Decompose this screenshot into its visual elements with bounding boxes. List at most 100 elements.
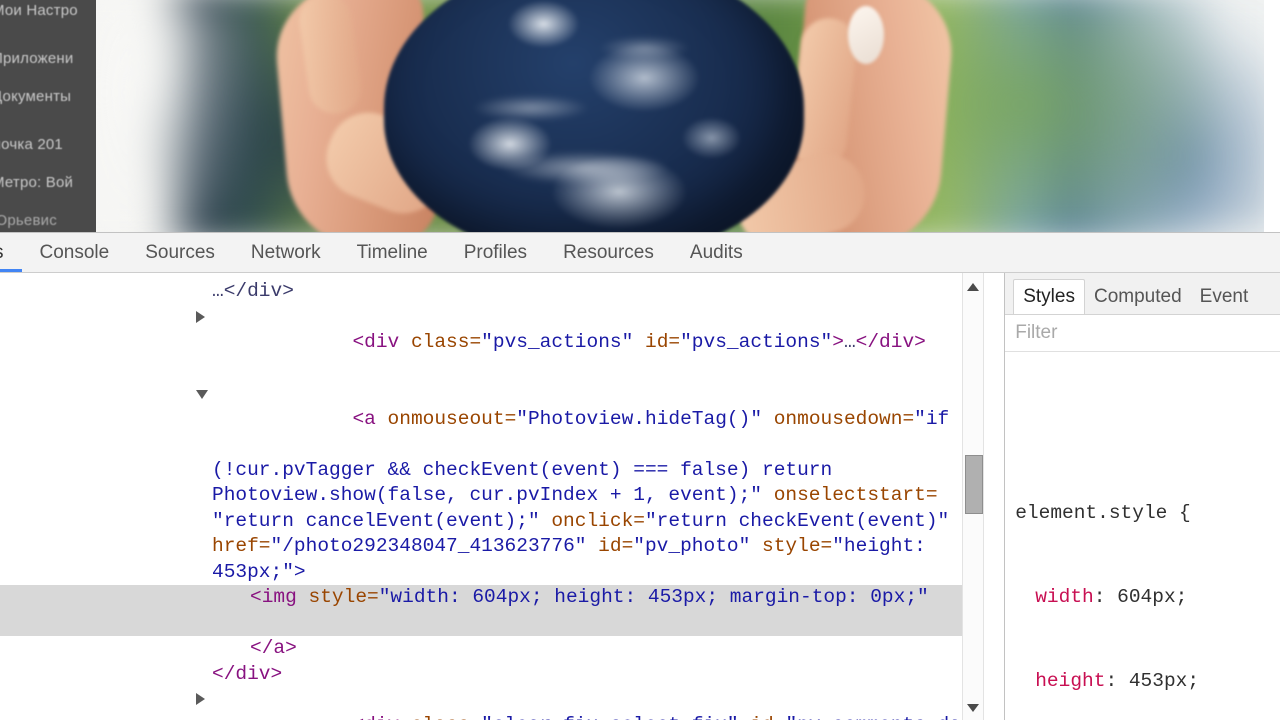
- sidebar-item-1[interactable]: Приложени: [0, 50, 73, 67]
- sidebar-item-3[interactable]: лочка 201: [0, 136, 63, 153]
- page-right-gutter: [1264, 0, 1280, 232]
- tab-console[interactable]: Console: [22, 233, 128, 272]
- tab-audits[interactable]: Audits: [672, 233, 761, 272]
- devtools-body: …</div> <div class="pvs_actions" id="pvs…: [0, 273, 1280, 720]
- sidebar-item-2[interactable]: Документы: [0, 88, 71, 105]
- tree-line-href[interactable]: href="/photo292348047_413623776" id="pv_…: [0, 534, 985, 560]
- styles-sidebar-pane: Styles Computed Event Filter element.sty…: [1004, 273, 1280, 720]
- disclosure-triangle-closed-icon[interactable]: [196, 310, 205, 323]
- tree-line-pvs-actions[interactable]: <div class="pvs_actions" id="pvs_actions…: [0, 305, 985, 382]
- tag-end: </a>: [250, 637, 297, 659]
- attr-name: id=: [586, 535, 634, 557]
- attr-name: class=: [399, 714, 481, 720]
- elements-tree-scrollbar[interactable]: [962, 273, 985, 720]
- devtools-panel: s Console Sources Network Timeline Profi…: [0, 232, 1280, 720]
- declaration-property[interactable]: height: [1035, 670, 1105, 692]
- attr-name: href=: [212, 535, 271, 557]
- tree-line-anchor-open[interactable]: <a onmouseout="Photoview.hideTag()" onmo…: [0, 381, 985, 458]
- attr-value[interactable]: "pvs_actions": [481, 331, 633, 353]
- line-text: (!cur.pvTagger && checkEvent(event) === …: [212, 458, 833, 481]
- attr-value-id[interactable]: "pv_photo": [633, 535, 750, 557]
- scrollbar-thumb[interactable]: [965, 455, 984, 514]
- attr-value[interactable]: "return checkEvent(event)": [645, 510, 949, 532]
- attr-value-href[interactable]: "/photo292348047_413623776": [271, 535, 587, 557]
- disclosure-triangle-open-icon[interactable]: [196, 390, 208, 399]
- styles-filter-input[interactable]: Filter: [1005, 315, 1280, 352]
- attr-value[interactable]: "clear_fix select_fix": [481, 714, 738, 720]
- tab-network[interactable]: Network: [233, 233, 339, 272]
- tag-end: </div>: [212, 662, 283, 685]
- tab-styles[interactable]: Styles: [1013, 279, 1085, 314]
- disclosure-triangle-closed-icon[interactable]: [196, 693, 205, 705]
- elements-tree-scroll[interactable]: …</div> <div class="pvs_actions" id="pvs…: [0, 273, 985, 720]
- tag-close: >: [832, 331, 844, 353]
- attr-value-style[interactable]: "width: 604px; height: 453px; margin-top…: [379, 586, 929, 608]
- fingernail: [848, 6, 884, 64]
- line-text: 453px;">: [212, 560, 306, 583]
- tree-line-height-cont[interactable]: 453px;">: [0, 560, 985, 586]
- tab-computed[interactable]: Computed: [1085, 280, 1191, 314]
- tag-open: <a: [352, 407, 376, 430]
- collapsed-ellipsis[interactable]: …: [844, 331, 856, 353]
- line-text: Photoview.show(false, cur.pvIndex + 1, e…: [212, 484, 762, 506]
- tree-line-src-row[interactable]: [0, 610, 985, 636]
- tab-timeline[interactable]: Timeline: [339, 233, 446, 272]
- tag-end: </div>: [855, 331, 926, 353]
- declaration-width[interactable]: width: 604px;: [1005, 583, 1280, 611]
- attr-name: onmouseout=: [375, 407, 517, 430]
- styles-rules-list: element.style { width: 604px; height: 45…: [1005, 352, 1280, 720]
- tree-line-onselectstart[interactable]: "return cancelEvent(event);" onclick="re…: [0, 509, 985, 535]
- elements-tree-pane: …</div> <div class="pvs_actions" id="pvs…: [0, 273, 1005, 720]
- tag-open: <div: [352, 714, 399, 720]
- sidebar-item-5[interactable]: Юрьевис: [0, 212, 57, 229]
- attr-value-style[interactable]: "height:: [832, 535, 926, 557]
- style-rule-element-style: element.style { width: 604px; height: 45…: [1005, 443, 1280, 720]
- sidebar-item-4[interactable]: Метро: Вой: [0, 174, 73, 191]
- tree-line-onmousedown-cont2[interactable]: Photoview.show(false, cur.pvIndex + 1, e…: [0, 483, 985, 509]
- tab-sources[interactable]: Sources: [127, 233, 233, 272]
- screen-root: Мои Настро Приложени Документы лочка 201…: [0, 0, 1280, 720]
- declaration-height[interactable]: height: 453px;: [1005, 667, 1280, 695]
- attr-name: onmousedown=: [762, 407, 915, 430]
- globe-cloud-swirl: [384, 0, 804, 232]
- devtools-tabbar: s Console Sources Network Timeline Profi…: [0, 233, 1280, 273]
- line-text: …</div>: [212, 280, 294, 302]
- attr-value[interactable]: "pv_comments_data": [785, 714, 985, 720]
- tree-line-onmousedown-cont1[interactable]: (!cur.pvTagger && checkEvent(event) === …: [0, 458, 985, 484]
- attr-value[interactable]: "if: [914, 408, 949, 430]
- attr-name: id=: [633, 331, 681, 353]
- tab-event-listeners[interactable]: Event: [1191, 280, 1258, 314]
- declaration-property[interactable]: width: [1035, 586, 1094, 608]
- tab-elements[interactable]: s: [0, 233, 22, 272]
- attr-value[interactable]: "Photoview.hideTag()": [516, 408, 762, 430]
- styles-filter-placeholder: Filter: [1015, 322, 1058, 343]
- rule-selector[interactable]: element.style {: [1005, 499, 1280, 527]
- declaration-value[interactable]: 453px;: [1117, 670, 1199, 692]
- declaration-value[interactable]: 604px;: [1105, 586, 1187, 608]
- tab-resources[interactable]: Resources: [545, 233, 672, 272]
- tree-pane-right-edge: [984, 273, 1005, 720]
- tree-line-pv-comments-data[interactable]: <div class="clear_fix select_fix" id="pv…: [0, 687, 985, 720]
- attr-value[interactable]: "pvs_actions": [680, 331, 832, 353]
- tree-line-img-selected[interactable]: <img style="width: 604px; height: 453px;…: [0, 585, 985, 611]
- attr-value[interactable]: "return cancelEvent(event);": [212, 510, 540, 532]
- scroll-down-arrow-icon[interactable]: [963, 698, 983, 718]
- photo-viewer-image[interactable]: [96, 0, 1280, 232]
- vk-left-sidebar: Мои Настро Приложени Документы лочка 201…: [0, 0, 96, 232]
- tab-profiles[interactable]: Profiles: [446, 233, 545, 272]
- sidebar-item-0[interactable]: Мои Настро: [0, 2, 78, 19]
- attr-name: style=: [750, 535, 833, 557]
- attr-name: class=: [399, 331, 482, 353]
- attr-name: id=: [739, 714, 785, 720]
- tree-line-anchor-close[interactable]: </a>: [0, 636, 985, 662]
- vk-page-region: Мои Настро Приложени Документы лочка 201…: [0, 0, 1280, 232]
- tag-open: <div: [352, 331, 400, 353]
- styles-sidebar-tabbar: Styles Computed Event: [1005, 273, 1280, 315]
- scroll-up-arrow-icon[interactable]: [963, 277, 983, 297]
- tree-line-ellipsis-div[interactable]: …</div>: [0, 279, 985, 305]
- attr-name: onselectstart=: [762, 484, 938, 506]
- tree-line-div-close-1[interactable]: </div>: [0, 662, 985, 688]
- attr-name: onclick=: [539, 509, 645, 532]
- attr-name: style=: [296, 586, 379, 608]
- declaration-colon: :: [1093, 586, 1106, 608]
